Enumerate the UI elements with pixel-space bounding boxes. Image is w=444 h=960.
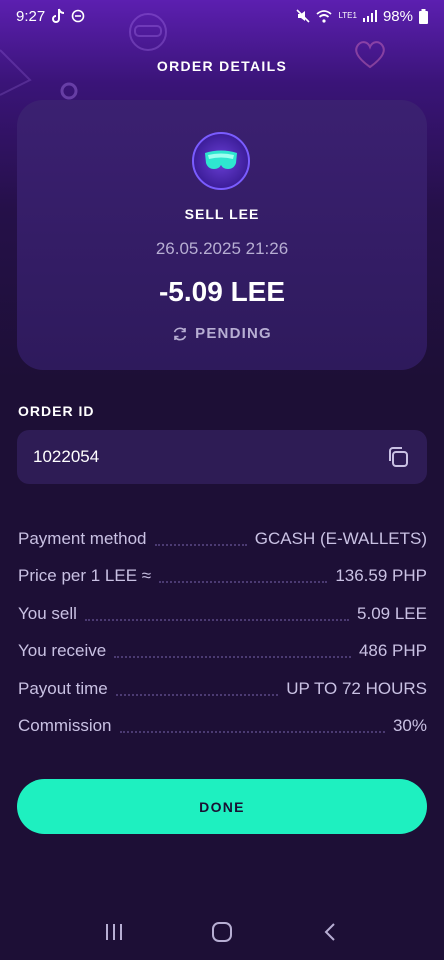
order-amount: -5.09 LEE <box>158 276 286 307</box>
tiktok-icon <box>51 8 65 24</box>
order-id-field: 1022054 <box>17 430 427 484</box>
detail-value: UP TO 72 HOURS <box>286 678 427 698</box>
detail-value: 136.59 PHP <box>335 566 427 586</box>
back-icon <box>324 923 335 941</box>
home-icon <box>212 922 232 942</box>
detail-row-you-sell: You sell 5.09 LEE <box>18 595 427 633</box>
mute-icon <box>296 9 311 23</box>
detail-row-payment-method: Payment method GCASH (E-WALLETS) <box>18 520 427 558</box>
dotted-leader <box>115 693 279 696</box>
detail-label: Commission <box>18 716 112 736</box>
order-id-value: 1022054 <box>33 447 100 466</box>
decorative-ring-icon <box>60 82 78 100</box>
dotted-leader <box>159 581 328 584</box>
detail-value: 486 PHP <box>358 641 427 661</box>
lte-icon: LTE1 <box>338 12 357 20</box>
recent-apps-icon <box>106 924 122 940</box>
detail-label: Payout time <box>18 678 108 698</box>
battery-percentage: 98% <box>382 7 413 25</box>
detail-value: 5.09 LEE <box>357 603 427 623</box>
status-bar-left: 9:27 <box>16 8 85 25</box>
status-time: 9:27 <box>16 7 46 25</box>
do-not-disturb-icon <box>71 9 85 23</box>
dotted-leader <box>114 656 351 659</box>
signal-icon <box>362 10 377 22</box>
copy-icon <box>389 447 408 467</box>
home-button[interactable] <box>202 912 242 952</box>
recent-apps-button[interactable] <box>94 912 134 952</box>
status-bar: 9:27 LTE1 98% <box>0 0 444 32</box>
detail-label: You receive <box>18 641 107 661</box>
status-badge: PENDING <box>17 325 427 342</box>
dotted-leader <box>119 731 385 734</box>
order-details-list: Payment method GCASH (E-WALLETS) Price p… <box>18 520 427 745</box>
order-summary-card: SELL LEE 26.05.2025 21:26 -5.09 LEE PEND… <box>17 100 427 370</box>
copy-button[interactable] <box>385 444 411 470</box>
detail-label: Price per 1 LEE ≈ <box>18 566 152 586</box>
lte-label: LTE1 <box>338 11 357 20</box>
goggles-icon <box>205 150 237 169</box>
avatar <box>192 132 250 190</box>
detail-label: You sell <box>18 603 77 623</box>
dotted-leader <box>154 543 247 546</box>
status-bar-right: LTE1 98% <box>296 8 428 25</box>
detail-value: GCASH (E-WALLETS) <box>254 528 427 548</box>
wifi-icon <box>316 9 333 23</box>
status-label: PENDING <box>195 325 272 342</box>
system-navigation-bar <box>0 904 444 960</box>
order-datetime: 26.05.2025 21:26 <box>155 239 289 258</box>
detail-label: Payment method <box>18 528 147 548</box>
detail-row-commission: Commission 30% <box>18 708 427 746</box>
detail-row-payout-time: Payout time UP TO 72 HOURS <box>18 670 427 708</box>
battery-icon <box>419 8 428 24</box>
dotted-leader <box>84 618 350 621</box>
card-title: SELL LEE <box>184 206 260 222</box>
page-title: ORDER DETAILS <box>156 58 288 74</box>
detail-row-price: Price per 1 LEE ≈ 136.59 PHP <box>18 558 427 596</box>
done-button[interactable]: DONE <box>17 779 427 834</box>
refresh-icon <box>173 327 187 340</box>
order-id-label: ORDER ID <box>18 403 95 419</box>
detail-value: 30% <box>392 716 427 736</box>
back-button[interactable] <box>310 912 350 952</box>
detail-row-you-receive: You receive 486 PHP <box>18 633 427 671</box>
